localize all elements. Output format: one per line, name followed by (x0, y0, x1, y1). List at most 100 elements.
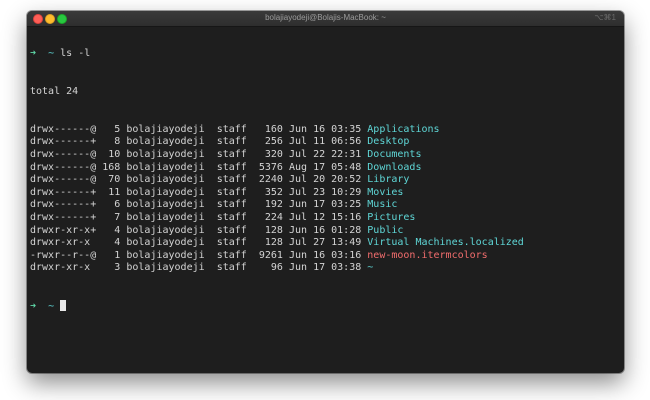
entry-day: 22 (313, 148, 326, 160)
entry-day: 17 (313, 161, 326, 173)
entry-group: staff (216, 211, 247, 223)
entry-time: 06:56 (331, 136, 362, 148)
entry-owner: bolajiayodeji (126, 148, 205, 160)
entry-month: Jun (288, 262, 308, 274)
entry-links: 4 (102, 224, 121, 236)
entry-name: Pictures (367, 211, 416, 223)
prompt-arrow-icon: ➜ (30, 301, 37, 313)
entry-day: 23 (313, 186, 326, 198)
window-shortcut: ⌥⌘1 (594, 13, 616, 22)
listing: drwx------@ 5 bolajiayodeji staff 160 Ju… (30, 124, 621, 275)
entry-group: staff (216, 249, 247, 261)
entry-size: 2240 (258, 174, 283, 186)
entry-group: staff (216, 237, 247, 249)
entry-size: 256 (258, 136, 283, 148)
entry-name: Desktop (367, 136, 410, 148)
entry-month: Jul (288, 148, 308, 160)
entry-time: 15:16 (331, 211, 362, 223)
entry-permissions: drwx------@ (30, 148, 97, 160)
entry-name: Documents (367, 148, 422, 160)
entry-links: 5 (102, 123, 121, 135)
entry-time: 03:25 (331, 199, 362, 211)
entry-permissions: drwx------@ (30, 174, 97, 186)
entry-permissions: drwxr-xr-x (30, 237, 97, 249)
current-prompt-line[interactable]: ➜ ~ (30, 300, 621, 313)
listing-row: drwx------@ 10 bolajiayodeji staff 320 J… (30, 149, 621, 162)
entry-permissions: drwx------@ (30, 161, 97, 173)
entry-size: 128 (258, 224, 283, 236)
entry-month: Jul (288, 174, 308, 186)
entry-owner: bolajiayodeji (126, 174, 205, 186)
prompt-line: ➜ ~ ls -l (30, 48, 621, 61)
entry-group: staff (216, 262, 247, 274)
entry-size: 96 (258, 262, 283, 274)
entry-name: Downloads (367, 161, 422, 173)
entry-month: Aug (288, 161, 308, 173)
entry-owner: bolajiayodeji (126, 161, 205, 173)
entry-time: 13:49 (331, 237, 362, 249)
entry-size: 5376 (258, 161, 283, 173)
entry-day: 20 (313, 174, 326, 186)
entry-group: staff (216, 199, 247, 211)
entry-time: 03:35 (331, 123, 362, 135)
entry-group: staff (216, 136, 247, 148)
entry-group: staff (216, 123, 247, 135)
entry-name: Virtual Machines.localized (367, 237, 524, 249)
listing-row: drwx------+ 6 bolajiayodeji staff 192 Ju… (30, 199, 621, 212)
entry-links: 10 (102, 148, 121, 160)
entry-month: Jun (288, 123, 308, 135)
entry-size: 160 (258, 123, 283, 135)
entry-owner: bolajiayodeji (126, 123, 205, 135)
entry-links: 4 (102, 237, 121, 249)
entry-size: 9261 (258, 249, 283, 261)
entry-group: staff (216, 148, 247, 160)
prompt-arrow-icon: ➜ (30, 48, 37, 60)
entry-name: Movies (367, 186, 404, 198)
listing-row: drwxr-xr-x+ 4 bolajiayodeji staff 128 Ju… (30, 225, 621, 238)
entry-permissions: drwx------+ (30, 136, 97, 148)
entry-day: 12 (313, 211, 326, 223)
entry-name: Applications (367, 123, 440, 135)
entry-owner: bolajiayodeji (126, 211, 205, 223)
entry-month: Jun (288, 249, 308, 261)
entry-time: 03:16 (331, 249, 362, 261)
entry-size: 352 (258, 186, 283, 198)
prompt-command: ls -l (60, 48, 91, 60)
entry-month: Jul (288, 136, 308, 148)
entry-name: new-moon.itermcolors (367, 249, 488, 261)
listing-row: drwx------+ 11 bolajiayodeji staff 352 J… (30, 187, 621, 200)
entry-size: 128 (258, 237, 283, 249)
listing-row: drwx------+ 8 bolajiayodeji staff 256 Ju… (30, 136, 621, 149)
entry-size: 192 (258, 199, 283, 211)
listing-row: drwx------+ 7 bolajiayodeji staff 224 Ju… (30, 212, 621, 225)
entry-group: staff (216, 161, 247, 173)
entry-day: 16 (313, 249, 326, 261)
text-cursor (60, 300, 67, 312)
entry-day: 11 (313, 136, 326, 148)
listing-row: -rwxr--r--@ 1 bolajiayodeji staff 9261 J… (30, 250, 621, 263)
entry-group: staff (216, 224, 247, 236)
prompt-directory: ~ (48, 301, 55, 313)
listing-row: drwxr-xr-x 3 bolajiayodeji staff 96 Jun … (30, 262, 621, 275)
entry-time: 22:31 (331, 148, 362, 160)
entry-owner: bolajiayodeji (126, 262, 205, 274)
entry-permissions: drwxr-xr-x (30, 262, 97, 274)
entry-owner: bolajiayodeji (126, 136, 205, 148)
terminal-output[interactable]: ➜ ~ ls -l total 24 drwx------@ 5 bolajia… (30, 23, 621, 338)
entry-name: ~ (367, 262, 374, 274)
entry-day: 27 (313, 237, 326, 249)
entry-name: Public (367, 224, 404, 236)
entry-links: 7 (102, 211, 121, 223)
entry-links: 168 (102, 161, 121, 173)
prompt-directory: ~ (48, 48, 55, 60)
total-line: total 24 (30, 85, 79, 97)
terminal-window[interactable]: bolajiayodeji@Bolajis-MacBook: ~ ⌥⌘1 ➜ ~… (27, 11, 624, 373)
entry-time: 10:29 (331, 186, 362, 198)
entry-links: 1 (102, 249, 121, 261)
entry-permissions: drwx------+ (30, 186, 97, 198)
entry-name: Library (367, 174, 410, 186)
entry-time: 01:28 (331, 224, 362, 236)
entry-day: 16 (313, 224, 326, 236)
entry-month: Jun (288, 224, 308, 236)
entry-day: 17 (313, 262, 326, 274)
